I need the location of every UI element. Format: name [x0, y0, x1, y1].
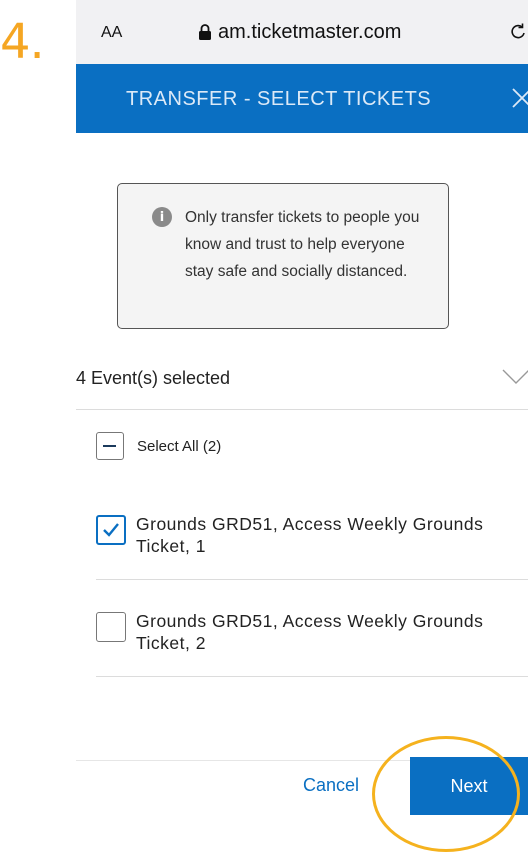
ticket-row[interactable]: Grounds GRD51, Access Weekly Grounds Tic… — [96, 580, 528, 677]
cancel-button[interactable]: Cancel — [276, 768, 386, 802]
next-button[interactable]: Next — [410, 757, 528, 815]
checkmark-icon — [103, 523, 119, 537]
text-size-label: AA — [101, 24, 123, 41]
info-icon: i — [152, 207, 172, 227]
phone-screen: AA am.ticketmaster.com TRANSFER - SELECT… — [76, 0, 528, 856]
ticket-2-checkbox[interactable] — [96, 612, 126, 642]
modal-header: TRANSFER - SELECT TICKETS — [76, 64, 528, 133]
url-text: am.ticketmaster.com — [218, 20, 402, 43]
ticket-label: Grounds GRD51, Access Weekly Grounds Tic… — [136, 611, 484, 653]
modal-title: TRANSFER - SELECT TICKETS — [126, 88, 432, 110]
text-size-button[interactable]: AA — [101, 24, 122, 42]
close-icon[interactable] — [510, 86, 528, 110]
events-selector[interactable]: 4 Event(s) selected — [76, 355, 528, 410]
reload-icon[interactable] — [508, 22, 528, 42]
browser-address-bar: AA am.ticketmaster.com — [76, 0, 528, 64]
select-all-label: Select All (2) — [137, 437, 222, 455]
lock-icon — [199, 24, 211, 40]
ticket-row[interactable]: Grounds GRD51, Access Weekly Grounds Tic… — [96, 483, 528, 580]
info-notice: i Only transfer tickets to people you kn… — [117, 183, 449, 329]
select-all-row[interactable]: Select All (2) — [96, 431, 221, 461]
info-message: Only transfer tickets to people you know… — [185, 209, 420, 280]
select-all-checkbox[interactable] — [96, 432, 124, 460]
events-selected-label: 4 Event(s) selected — [76, 368, 231, 388]
ticket-1-checkbox[interactable] — [96, 515, 126, 545]
step-number-annotation: 4. — [0, 14, 45, 70]
url-field[interactable]: am.ticketmaster.com — [198, 20, 401, 44]
ticket-label: Grounds GRD51, Access Weekly Grounds Tic… — [136, 514, 484, 556]
chevron-down-icon[interactable] — [502, 369, 528, 385]
